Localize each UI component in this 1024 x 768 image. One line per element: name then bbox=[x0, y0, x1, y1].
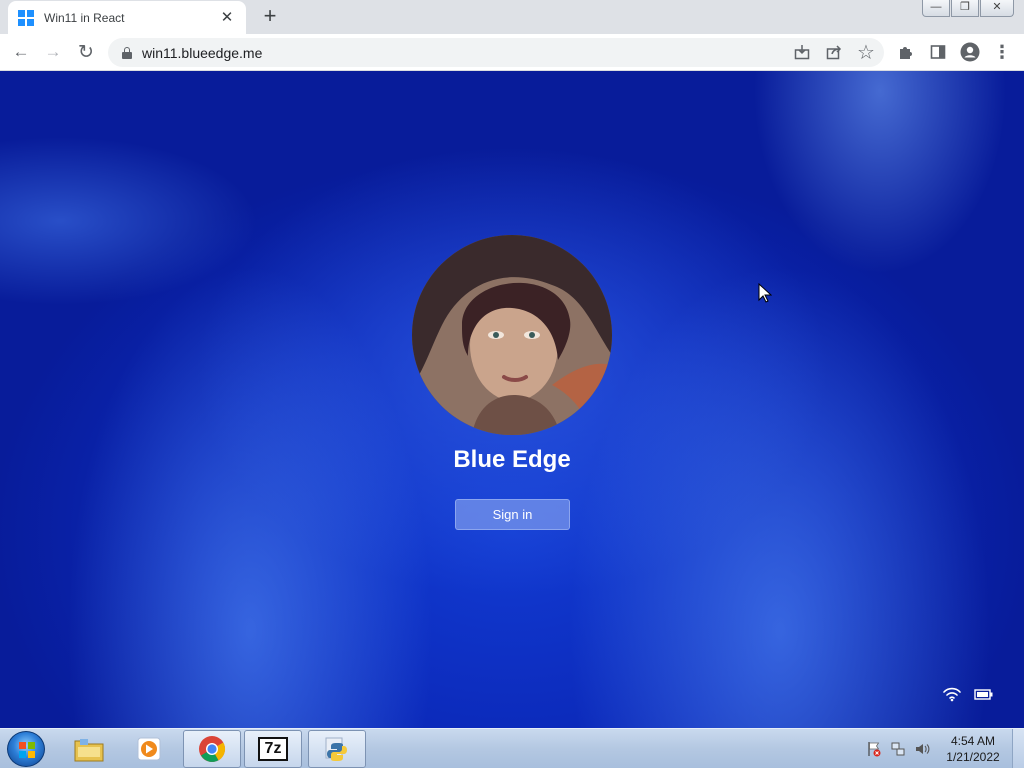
python-icon bbox=[325, 737, 347, 761]
start-button[interactable] bbox=[7, 731, 45, 767]
install-icon[interactable] bbox=[790, 40, 814, 64]
media-player-icon bbox=[137, 737, 161, 761]
system-tray bbox=[866, 741, 930, 757]
extensions-puzzle-icon[interactable] bbox=[894, 40, 918, 64]
7zip-label: 7z bbox=[264, 740, 282, 757]
lock-icon bbox=[122, 46, 132, 59]
side-panel-icon[interactable] bbox=[926, 40, 950, 64]
lockscreen-wallpaper: Blue Edge Sign in bbox=[0, 71, 1024, 728]
os-taskbar: 7z 4:54 AM 1/21/2022 bbox=[0, 728, 1024, 768]
minimize-button[interactable]: — bbox=[922, 0, 950, 17]
windows-logo-icon bbox=[18, 9, 34, 26]
reload-button[interactable]: ↻ bbox=[74, 40, 98, 64]
forward-button[interactable]: → bbox=[41, 40, 65, 64]
profile-icon[interactable] bbox=[958, 40, 982, 64]
browser-tabstrip: Win11 in React ✕ + — ❐ ✕ bbox=[0, 0, 1024, 34]
show-desktop-button[interactable] bbox=[1012, 729, 1024, 768]
chrome-icon bbox=[199, 736, 226, 762]
clock-date: 1/21/2022 bbox=[946, 750, 1000, 764]
bookmark-star-icon[interactable]: ☆ bbox=[854, 40, 878, 64]
browser-tab[interactable]: Win11 in React ✕ bbox=[8, 1, 246, 34]
share-icon[interactable] bbox=[822, 40, 846, 64]
battery-icon[interactable] bbox=[974, 688, 994, 701]
action-center-flag-icon[interactable] bbox=[866, 741, 882, 757]
clock-time: 4:54 AM bbox=[950, 734, 996, 748]
volume-icon[interactable] bbox=[914, 741, 930, 757]
taskbar-clock[interactable]: 4:54 AM 1/21/2022 bbox=[940, 733, 1006, 765]
user-avatar bbox=[412, 235, 612, 435]
restore-button[interactable]: ❐ bbox=[951, 0, 979, 17]
wifi-icon[interactable] bbox=[942, 686, 962, 702]
taskbar-file-explorer[interactable] bbox=[60, 730, 118, 768]
user-name: Blue Edge bbox=[453, 446, 571, 473]
taskbar-7zip[interactable]: 7z bbox=[244, 730, 302, 768]
taskbar-python[interactable] bbox=[308, 730, 366, 768]
window-controls: — ❐ ✕ bbox=[921, 0, 1014, 17]
mouse-cursor-icon bbox=[758, 282, 773, 303]
new-tab-button[interactable]: + bbox=[258, 5, 282, 29]
tab-title: Win11 in React bbox=[44, 10, 125, 25]
url-text[interactable]: win11.blueedge.me bbox=[142, 45, 262, 61]
folder-icon bbox=[74, 739, 104, 762]
browser-menu-button[interactable]: ⋮ bbox=[990, 40, 1014, 64]
address-bar[interactable]: win11.blueedge.me bbox=[108, 38, 884, 67]
back-button[interactable]: ← bbox=[9, 40, 33, 64]
sign-in-button[interactable]: Sign in bbox=[455, 499, 570, 530]
network-icon[interactable] bbox=[890, 741, 906, 757]
taskbar-media-player[interactable] bbox=[120, 730, 178, 768]
taskbar-chrome[interactable] bbox=[183, 730, 241, 768]
browser-toolbar: ← → ↻ win11.blueedge.me ☆ ⋮ bbox=[0, 34, 1024, 71]
7zip-icon: 7z bbox=[258, 737, 288, 761]
windows-flag-icon bbox=[19, 742, 35, 758]
tab-close-icon[interactable]: ✕ bbox=[218, 9, 236, 27]
close-window-button[interactable]: ✕ bbox=[980, 0, 1014, 17]
